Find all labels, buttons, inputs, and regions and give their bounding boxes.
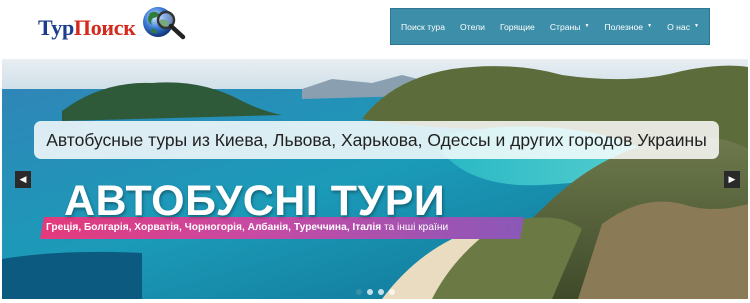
- globe-magnifier-icon: [140, 4, 190, 49]
- slider-dot[interactable]: [356, 289, 362, 295]
- nav-item-label: О нас: [667, 21, 690, 32]
- logo-text-part2: Поиск: [73, 15, 136, 40]
- chevron-right-icon: ▶: [728, 174, 736, 184]
- caret-down-icon: ▼: [694, 23, 699, 29]
- site-header: ТурПоиск Поиск тура Отели Горящие Страны…: [0, 0, 750, 58]
- caret-down-icon: ▼: [584, 23, 590, 29]
- nav-item-useful[interactable]: Полезное ▼: [604, 22, 652, 32]
- nav-item-countries[interactable]: Страны ▼: [550, 22, 590, 32]
- slide-caption-box: Автобусные туры из Киева, Львова, Харько…: [34, 121, 719, 159]
- slider-dot[interactable]: [367, 289, 373, 295]
- nav-item-label: Горящие: [499, 21, 535, 32]
- nav-item-about[interactable]: О нас ▼: [667, 22, 699, 32]
- nav-item-label: Поиск тура: [401, 21, 445, 32]
- slide-title: АВТОБУСНІ ТУРИ: [64, 177, 446, 225]
- main-nav: Поиск тура Отели Горящие Страны ▼ Полезно…: [390, 8, 710, 45]
- slider-prev-button[interactable]: ◀: [15, 171, 31, 188]
- caret-down-icon: ▼: [647, 23, 653, 29]
- nav-item-tour-search[interactable]: Поиск тура: [401, 22, 445, 32]
- slider-next-button[interactable]: ▶: [724, 171, 740, 188]
- countries-tail: та інші країни: [384, 222, 449, 233]
- slide-caption: Автобусные туры из Киева, Львова, Харько…: [46, 129, 707, 150]
- nav-item-label: Отели: [460, 21, 485, 32]
- slider-pagination: [356, 289, 395, 295]
- slider-dot[interactable]: [378, 289, 384, 295]
- hero-slider: Автобусные туры из Киева, Львова, Харько…: [2, 59, 748, 299]
- countries-list: Греція, Болгарія, Хорватія, Чорногорія, …: [46, 222, 382, 233]
- nav-item-label: Полезное: [604, 21, 644, 32]
- logo-text: ТурПоиск: [38, 15, 136, 41]
- nav-item-label: Страны: [549, 21, 581, 32]
- nav-item-hotels[interactable]: Отели: [460, 22, 485, 32]
- slider-dot[interactable]: [389, 289, 395, 295]
- slide-countries: Греція, Болгарія, Хорватія, Чорногорія, …: [46, 222, 448, 233]
- chevron-left-icon: ◀: [19, 174, 27, 184]
- site-logo[interactable]: ТурПоиск: [38, 6, 190, 50]
- nav-item-hot-deals[interactable]: Горящие: [500, 22, 535, 32]
- logo-text-part1: Тур: [38, 15, 74, 40]
